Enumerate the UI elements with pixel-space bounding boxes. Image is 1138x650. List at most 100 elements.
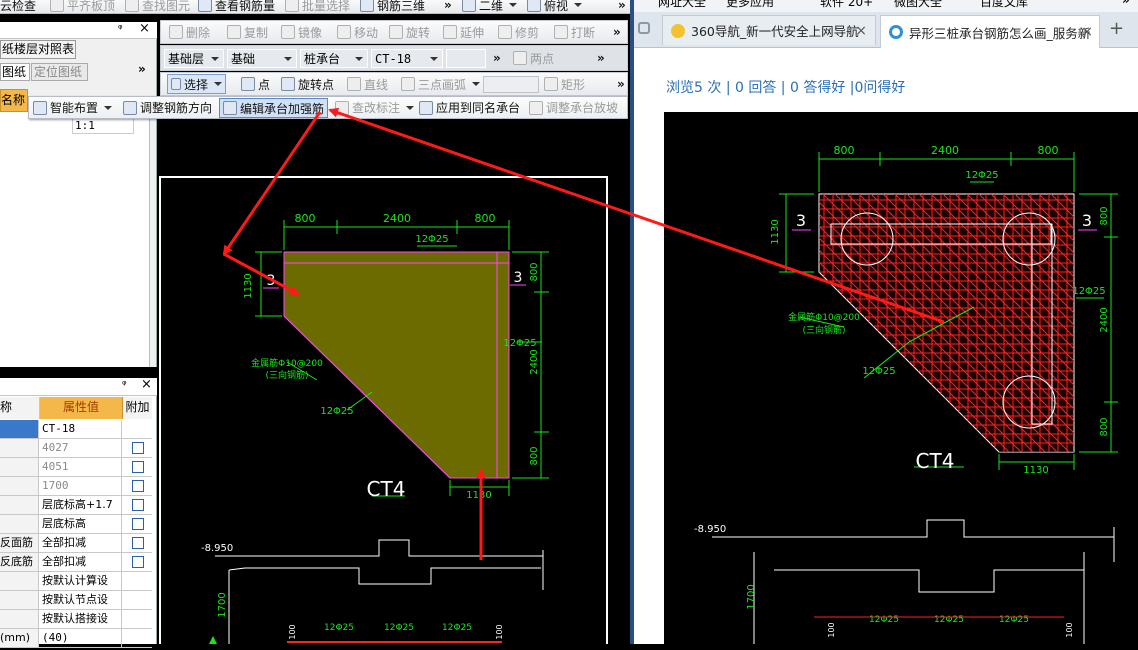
property-value[interactable]: 4051 xyxy=(40,458,122,476)
pin-icon[interactable]: ᵠ xyxy=(122,378,127,391)
property-value[interactable]: 全部扣减 xyxy=(40,553,122,571)
cloud-check-button[interactable]: 云检查 xyxy=(0,0,36,13)
cad-canvas-left[interactable]: 800 2400 800 12Φ25 12Φ25 12Φ25 金属筋Φ10@20… xyxy=(157,120,632,644)
property-row[interactable]: 层底标高+1.7 xyxy=(0,496,152,515)
close-icon[interactable]: × xyxy=(139,21,150,36)
adjust-rebar-direction-button[interactable]: 调整钢筋方向 xyxy=(123,97,212,118)
top-view-dropdown[interactable]: 俯视 xyxy=(527,0,583,13)
mirror-button[interactable]: 镜像 xyxy=(281,21,322,43)
extra-select[interactable] xyxy=(446,49,486,68)
checkbox[interactable] xyxy=(132,537,144,549)
property-row[interactable]: 按默认计算设 xyxy=(0,572,152,591)
checkbox[interactable] xyxy=(132,556,144,568)
element-name-select[interactable]: CT-18 xyxy=(371,49,443,68)
more-button[interactable]: » xyxy=(444,0,452,13)
delete-button[interactable]: 删除 xyxy=(169,21,210,43)
batch-select-button[interactable]: 批量选择 xyxy=(285,0,350,13)
bookmark-4[interactable]: 微图大全 xyxy=(894,0,942,10)
pin-icon[interactable]: ᵠ xyxy=(118,22,123,35)
property-row[interactable]: 1700 xyxy=(0,477,152,496)
panel-more-button[interactable]: » xyxy=(138,62,146,76)
property-value[interactable]: 层底标高+1.7 xyxy=(40,496,122,514)
property-value[interactable]: 按默认节点设 xyxy=(40,591,122,609)
tab-active-question[interactable]: 异形三桩承台钢筋怎么画_服务新 × xyxy=(880,15,1100,48)
property-value[interactable]: 按默认搭接设 xyxy=(40,610,122,628)
flush-slab-top-button[interactable]: 平齐板顶 xyxy=(50,0,115,13)
tab-locate-drawing[interactable]: 定位图纸 xyxy=(31,63,88,81)
apply-icon xyxy=(419,100,433,115)
floor-select[interactable]: 基础层 xyxy=(164,49,224,68)
category-select[interactable]: 基础 xyxy=(227,49,297,68)
property-row[interactable]: 按默认节点设 xyxy=(0,591,152,610)
bookmark-2[interactable]: 更多应用 xyxy=(726,0,774,10)
property-row[interactable]: (mm) (40) xyxy=(0,629,152,648)
view-2d-dropdown[interactable]: 二维 xyxy=(462,0,518,13)
select-button[interactable]: 选择 xyxy=(167,74,227,94)
checkbox[interactable] xyxy=(132,442,144,454)
close-icon[interactable]: × xyxy=(141,377,152,392)
find-element-button[interactable]: 查找图元 xyxy=(125,0,190,13)
rebar-3d-button[interactable]: 钢筋三维 xyxy=(360,0,425,13)
line-button[interactable]: 直线 xyxy=(347,73,388,95)
break-button[interactable]: 打断 xyxy=(554,21,595,43)
copy-button[interactable]: 复制 xyxy=(227,21,268,43)
selector-more-button[interactable]: » xyxy=(493,46,501,70)
bookmark-1[interactable]: 网址大全 xyxy=(658,0,706,10)
good-question-count[interactable]: 0问得好 xyxy=(855,80,906,96)
arc-button[interactable]: 三点画弧 xyxy=(401,73,481,95)
checkbox[interactable] xyxy=(132,461,144,473)
property-value[interactable]: 4027 xyxy=(40,439,122,457)
edit-annotation-button[interactable]: 查改标注 xyxy=(335,97,415,118)
home-icon[interactable] xyxy=(638,22,650,34)
property-row[interactable]: 4027 xyxy=(0,439,152,458)
trim-button[interactable]: 修剪 xyxy=(498,21,539,43)
more-button-2[interactable]: » xyxy=(618,0,626,13)
move-button[interactable]: 移动 xyxy=(337,21,378,43)
flush-icon xyxy=(50,0,64,12)
property-value[interactable]: 层底标高 xyxy=(40,515,122,533)
apply-same-name-button[interactable]: 应用到同名承台 xyxy=(419,97,520,118)
smart-layout-button[interactable]: 智能布置 xyxy=(33,97,113,118)
edit-cap-reinforcement-button[interactable]: 编辑承台加强筋 xyxy=(219,98,329,118)
layer-compare-button[interactable]: 纸楼层对照表 xyxy=(0,40,76,59)
bookmark-5[interactable]: 百度文库 xyxy=(980,0,1028,10)
close-icon[interactable]: × xyxy=(855,23,867,39)
tab-360-nav[interactable]: 360导航_新一代安全上网导航 × xyxy=(662,15,876,45)
point-button[interactable]: 点 xyxy=(241,73,270,95)
close-icon[interactable]: × xyxy=(1081,24,1093,40)
shape-select[interactable] xyxy=(483,76,539,93)
edit-more-button[interactable]: » xyxy=(613,21,621,43)
checkbox[interactable] xyxy=(132,499,144,511)
extend-button[interactable]: 延伸 xyxy=(443,21,484,43)
view-rebar-qty-button[interactable]: 查看钢筋量 xyxy=(198,0,275,13)
rotate-button[interactable]: 旋转 xyxy=(389,21,430,43)
property-value[interactable]: 1700 xyxy=(40,477,122,495)
property-value[interactable]: 全部扣减 xyxy=(40,534,122,552)
property-value[interactable]: 按默认计算设 xyxy=(40,572,122,590)
answers-count[interactable]: 0 回答 xyxy=(735,80,776,96)
property-row[interactable]: 按默认搭接设 xyxy=(0,610,152,629)
bookmark-more[interactable]: » xyxy=(1122,0,1130,7)
move-icon xyxy=(337,25,351,39)
rotate-point-button[interactable]: 旋转点 xyxy=(281,73,334,95)
adjust-slope-button[interactable]: 调整承台放坡 xyxy=(529,97,618,118)
bookmark-3[interactable]: 软件 20+ xyxy=(820,0,873,10)
selector-more-button-2[interactable]: » xyxy=(597,46,605,70)
property-row[interactable]: 反面筋 全部扣减 xyxy=(0,534,152,553)
draw-more-button[interactable]: » xyxy=(617,73,625,95)
property-value[interactable]: CT-18 xyxy=(40,420,122,438)
good-answers-count[interactable]: 0 答得好 xyxy=(790,80,845,96)
property-row[interactable]: 4051 xyxy=(0,458,152,477)
two-point-button[interactable]: 两点 xyxy=(513,46,554,70)
dim-top-2: 2400 xyxy=(383,212,411,225)
checkbox[interactable] xyxy=(132,480,144,492)
element-type-select[interactable]: 桩承台 xyxy=(300,49,368,68)
tab-drawing[interactable]: 图纸 xyxy=(0,63,30,81)
property-row[interactable]: 层底标高 xyxy=(0,515,152,534)
property-row[interactable]: 反底筋 全部扣减 xyxy=(0,553,152,572)
rect-button[interactable]: 矩形 xyxy=(544,73,585,95)
new-tab-button[interactable]: + xyxy=(1109,18,1124,39)
property-row[interactable]: CT-18 xyxy=(0,420,152,439)
property-value[interactable]: (40) xyxy=(40,629,122,647)
checkbox[interactable] xyxy=(132,518,144,530)
